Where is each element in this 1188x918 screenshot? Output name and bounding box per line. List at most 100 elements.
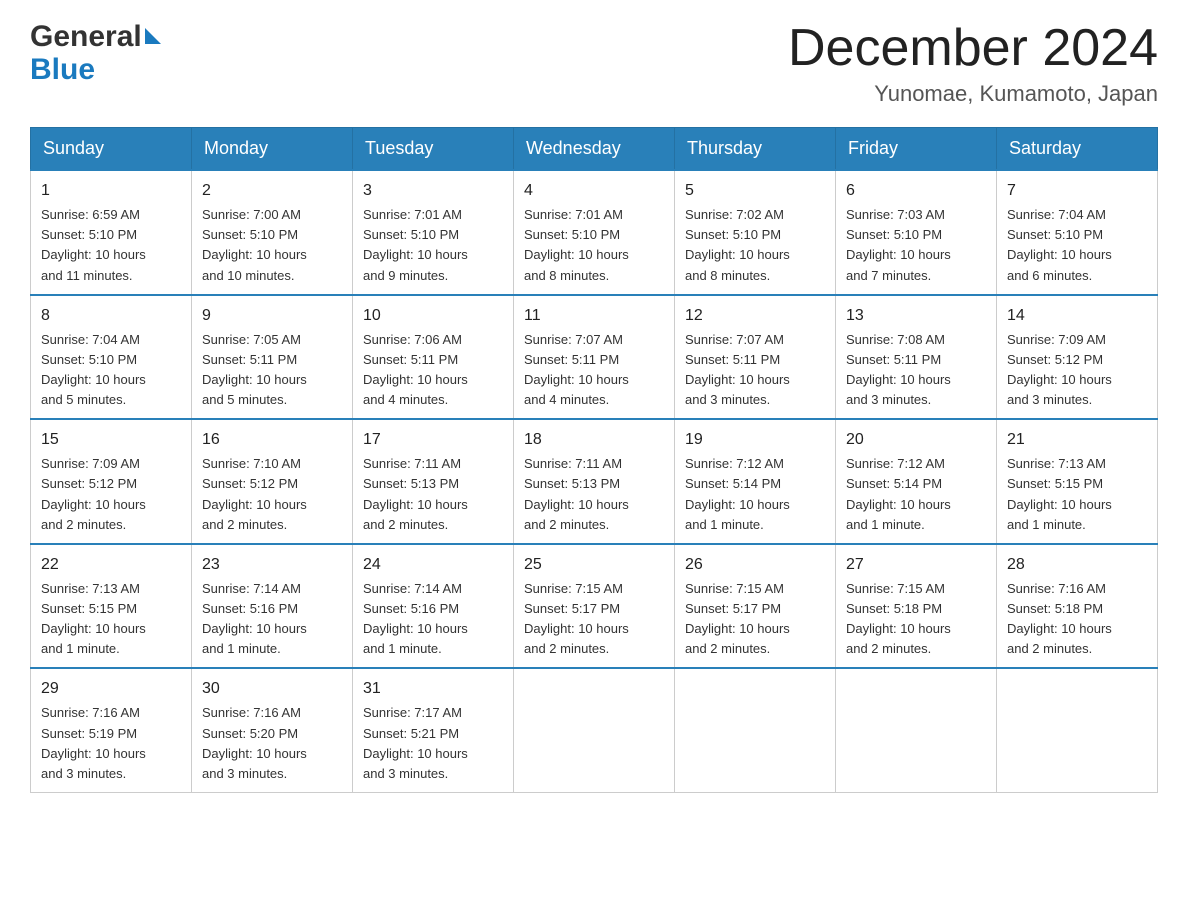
- day-info: Sunrise: 7:05 AMSunset: 5:11 PMDaylight:…: [202, 330, 342, 411]
- day-cell: 12Sunrise: 7:07 AMSunset: 5:11 PMDayligh…: [675, 295, 836, 420]
- day-cell: 23Sunrise: 7:14 AMSunset: 5:16 PMDayligh…: [192, 544, 353, 669]
- day-info: Sunrise: 7:10 AMSunset: 5:12 PMDaylight:…: [202, 454, 342, 535]
- day-cell: 15Sunrise: 7:09 AMSunset: 5:12 PMDayligh…: [31, 419, 192, 544]
- day-info: Sunrise: 7:01 AMSunset: 5:10 PMDaylight:…: [524, 205, 664, 286]
- day-info: Sunrise: 7:11 AMSunset: 5:13 PMDaylight:…: [524, 454, 664, 535]
- column-header-thursday: Thursday: [675, 128, 836, 171]
- day-cell: 3Sunrise: 7:01 AMSunset: 5:10 PMDaylight…: [353, 170, 514, 295]
- day-info: Sunrise: 7:15 AMSunset: 5:18 PMDaylight:…: [846, 579, 986, 660]
- day-cell: 16Sunrise: 7:10 AMSunset: 5:12 PMDayligh…: [192, 419, 353, 544]
- day-info: Sunrise: 7:02 AMSunset: 5:10 PMDaylight:…: [685, 205, 825, 286]
- day-info: Sunrise: 7:11 AMSunset: 5:13 PMDaylight:…: [363, 454, 503, 535]
- day-cell: 7Sunrise: 7:04 AMSunset: 5:10 PMDaylight…: [997, 170, 1158, 295]
- day-cell: 6Sunrise: 7:03 AMSunset: 5:10 PMDaylight…: [836, 170, 997, 295]
- day-cell: 5Sunrise: 7:02 AMSunset: 5:10 PMDaylight…: [675, 170, 836, 295]
- column-header-monday: Monday: [192, 128, 353, 171]
- day-number: 10: [363, 304, 503, 328]
- column-header-tuesday: Tuesday: [353, 128, 514, 171]
- day-info: Sunrise: 7:00 AMSunset: 5:10 PMDaylight:…: [202, 205, 342, 286]
- day-info: Sunrise: 7:15 AMSunset: 5:17 PMDaylight:…: [685, 579, 825, 660]
- week-row-5: 29Sunrise: 7:16 AMSunset: 5:19 PMDayligh…: [31, 668, 1158, 792]
- day-info: Sunrise: 7:12 AMSunset: 5:14 PMDaylight:…: [685, 454, 825, 535]
- day-number: 1: [41, 179, 181, 203]
- day-number: 25: [524, 553, 664, 577]
- day-number: 9: [202, 304, 342, 328]
- page-header: General Blue December 2024 Yunomae, Kuma…: [30, 20, 1158, 107]
- day-info: Sunrise: 7:04 AMSunset: 5:10 PMDaylight:…: [1007, 205, 1147, 286]
- day-info: Sunrise: 7:06 AMSunset: 5:11 PMDaylight:…: [363, 330, 503, 411]
- logo-general: General: [30, 20, 142, 53]
- calendar-table: SundayMondayTuesdayWednesdayThursdayFrid…: [30, 127, 1158, 793]
- day-number: 2: [202, 179, 342, 203]
- day-cell: 28Sunrise: 7:16 AMSunset: 5:18 PMDayligh…: [997, 544, 1158, 669]
- day-info: Sunrise: 7:13 AMSunset: 5:15 PMDaylight:…: [1007, 454, 1147, 535]
- day-number: 5: [685, 179, 825, 203]
- day-info: Sunrise: 7:12 AMSunset: 5:14 PMDaylight:…: [846, 454, 986, 535]
- day-cell: 26Sunrise: 7:15 AMSunset: 5:17 PMDayligh…: [675, 544, 836, 669]
- logo-blue: Blue: [30, 53, 95, 86]
- day-cell: 25Sunrise: 7:15 AMSunset: 5:17 PMDayligh…: [514, 544, 675, 669]
- day-info: Sunrise: 7:03 AMSunset: 5:10 PMDaylight:…: [846, 205, 986, 286]
- day-cell: 27Sunrise: 7:15 AMSunset: 5:18 PMDayligh…: [836, 544, 997, 669]
- week-row-2: 8Sunrise: 7:04 AMSunset: 5:10 PMDaylight…: [31, 295, 1158, 420]
- day-number: 19: [685, 428, 825, 452]
- day-cell: 4Sunrise: 7:01 AMSunset: 5:10 PMDaylight…: [514, 170, 675, 295]
- day-number: 4: [524, 179, 664, 203]
- week-row-3: 15Sunrise: 7:09 AMSunset: 5:12 PMDayligh…: [31, 419, 1158, 544]
- day-number: 11: [524, 304, 664, 328]
- day-info: Sunrise: 7:08 AMSunset: 5:11 PMDaylight:…: [846, 330, 986, 411]
- month-title: December 2024: [788, 20, 1158, 77]
- logo: General Blue: [30, 20, 161, 86]
- day-cell: 21Sunrise: 7:13 AMSunset: 5:15 PMDayligh…: [997, 419, 1158, 544]
- day-number: 3: [363, 179, 503, 203]
- day-number: 26: [685, 553, 825, 577]
- day-number: 28: [1007, 553, 1147, 577]
- day-cell: 20Sunrise: 7:12 AMSunset: 5:14 PMDayligh…: [836, 419, 997, 544]
- day-number: 27: [846, 553, 986, 577]
- day-info: Sunrise: 7:16 AMSunset: 5:20 PMDaylight:…: [202, 703, 342, 784]
- day-cell: 8Sunrise: 7:04 AMSunset: 5:10 PMDaylight…: [31, 295, 192, 420]
- day-number: 24: [363, 553, 503, 577]
- week-row-4: 22Sunrise: 7:13 AMSunset: 5:15 PMDayligh…: [31, 544, 1158, 669]
- day-number: 14: [1007, 304, 1147, 328]
- day-cell: 13Sunrise: 7:08 AMSunset: 5:11 PMDayligh…: [836, 295, 997, 420]
- day-number: 12: [685, 304, 825, 328]
- day-cell: 10Sunrise: 7:06 AMSunset: 5:11 PMDayligh…: [353, 295, 514, 420]
- day-number: 8: [41, 304, 181, 328]
- day-info: Sunrise: 7:07 AMSunset: 5:11 PMDaylight:…: [524, 330, 664, 411]
- day-info: Sunrise: 7:17 AMSunset: 5:21 PMDaylight:…: [363, 703, 503, 784]
- day-number: 13: [846, 304, 986, 328]
- day-info: Sunrise: 6:59 AMSunset: 5:10 PMDaylight:…: [41, 205, 181, 286]
- day-number: 16: [202, 428, 342, 452]
- day-info: Sunrise: 7:07 AMSunset: 5:11 PMDaylight:…: [685, 330, 825, 411]
- day-cell: 30Sunrise: 7:16 AMSunset: 5:20 PMDayligh…: [192, 668, 353, 792]
- column-header-saturday: Saturday: [997, 128, 1158, 171]
- day-info: Sunrise: 7:15 AMSunset: 5:17 PMDaylight:…: [524, 579, 664, 660]
- day-info: Sunrise: 7:14 AMSunset: 5:16 PMDaylight:…: [202, 579, 342, 660]
- header-row: SundayMondayTuesdayWednesdayThursdayFrid…: [31, 128, 1158, 171]
- day-cell: 17Sunrise: 7:11 AMSunset: 5:13 PMDayligh…: [353, 419, 514, 544]
- day-cell: 9Sunrise: 7:05 AMSunset: 5:11 PMDaylight…: [192, 295, 353, 420]
- day-cell: [514, 668, 675, 792]
- day-number: 6: [846, 179, 986, 203]
- day-number: 29: [41, 677, 181, 701]
- day-info: Sunrise: 7:04 AMSunset: 5:10 PMDaylight:…: [41, 330, 181, 411]
- day-number: 18: [524, 428, 664, 452]
- day-number: 20: [846, 428, 986, 452]
- column-header-wednesday: Wednesday: [514, 128, 675, 171]
- title-block: December 2024 Yunomae, Kumamoto, Japan: [788, 20, 1158, 107]
- day-cell: [675, 668, 836, 792]
- column-header-friday: Friday: [836, 128, 997, 171]
- day-number: 17: [363, 428, 503, 452]
- day-number: 21: [1007, 428, 1147, 452]
- day-cell: 22Sunrise: 7:13 AMSunset: 5:15 PMDayligh…: [31, 544, 192, 669]
- day-cell: 11Sunrise: 7:07 AMSunset: 5:11 PMDayligh…: [514, 295, 675, 420]
- day-cell: 2Sunrise: 7:00 AMSunset: 5:10 PMDaylight…: [192, 170, 353, 295]
- day-number: 7: [1007, 179, 1147, 203]
- day-cell: [997, 668, 1158, 792]
- day-cell: 18Sunrise: 7:11 AMSunset: 5:13 PMDayligh…: [514, 419, 675, 544]
- day-info: Sunrise: 7:09 AMSunset: 5:12 PMDaylight:…: [41, 454, 181, 535]
- day-info: Sunrise: 7:09 AMSunset: 5:12 PMDaylight:…: [1007, 330, 1147, 411]
- day-cell: 1Sunrise: 6:59 AMSunset: 5:10 PMDaylight…: [31, 170, 192, 295]
- day-cell: 24Sunrise: 7:14 AMSunset: 5:16 PMDayligh…: [353, 544, 514, 669]
